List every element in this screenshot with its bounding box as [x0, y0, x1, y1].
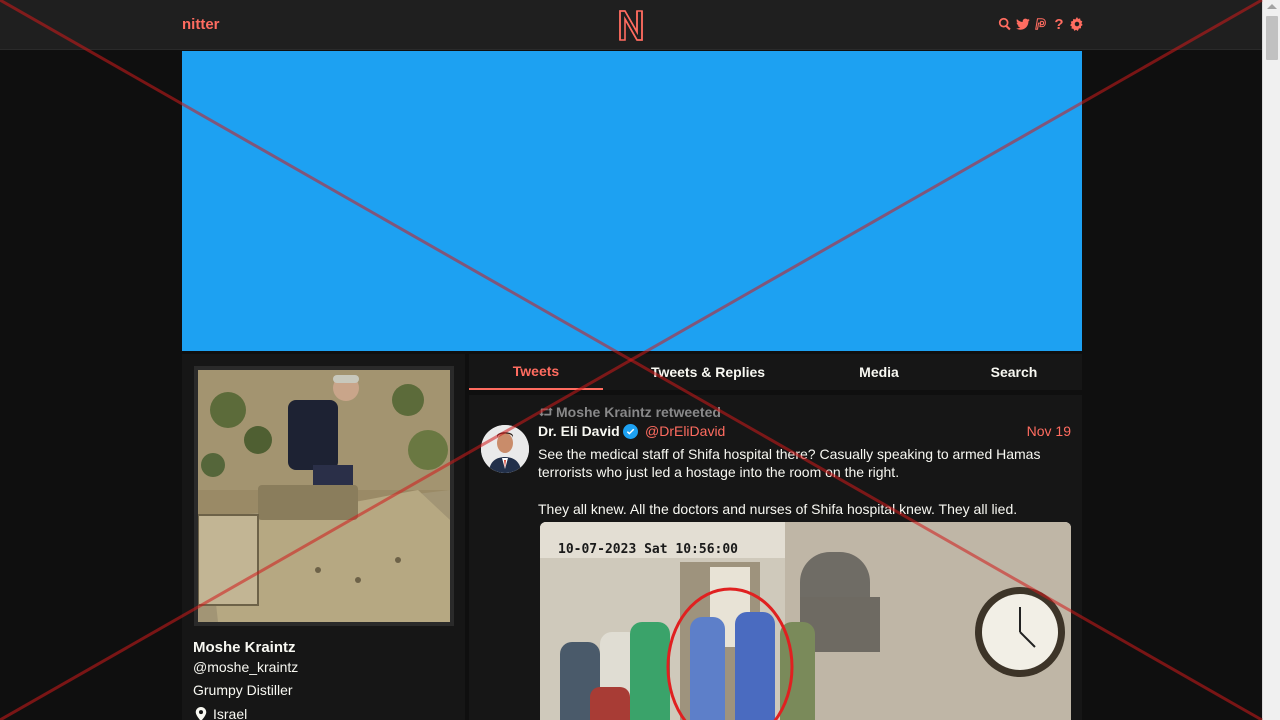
- search-icon[interactable]: [998, 16, 1012, 32]
- tweet-avatar-photo: [481, 425, 529, 473]
- twitter-icon[interactable]: [1016, 16, 1030, 32]
- timeline: Moshe Kraintz retweeted Dr. Eli David @D…: [469, 395, 1082, 720]
- tab-tweets[interactable]: Tweets: [469, 354, 603, 390]
- tweet-author-username[interactable]: @DrEliDavid: [645, 423, 725, 439]
- media-timestamp-text: 10-07-2023 Sat 10:56:00: [558, 542, 738, 557]
- nav-icons: ?: [998, 16, 1084, 33]
- location-pin-icon: [195, 707, 207, 720]
- profile-location: Israel: [193, 706, 247, 720]
- help-icon[interactable]: ?: [1052, 16, 1066, 33]
- tweet-author-fullname[interactable]: Dr. Eli David: [538, 423, 638, 439]
- profile-fullname[interactable]: Moshe Kraintz: [193, 639, 296, 656]
- cctv-still-image: 10-07-2023 Sat 10:56:00: [540, 522, 1071, 720]
- tweet-media-image[interactable]: 10-07-2023 Sat 10:56:00: [540, 522, 1071, 720]
- timeline-tabs: Tweets Tweets & Replies Media Search: [469, 354, 1082, 390]
- retweet-header-text: Moshe Kraintz retweeted: [556, 404, 721, 420]
- tab-media[interactable]: Media: [834, 354, 924, 390]
- navbar: nitter ?: [0, 0, 1262, 50]
- page-scrollbar[interactable]: [1262, 0, 1280, 720]
- tweet-text-paragraph-2: They all knew. All the doctors and nurse…: [538, 501, 1018, 517]
- verified-badge-icon: [622, 423, 638, 439]
- rss-icon[interactable]: [1034, 16, 1048, 32]
- tweet-date[interactable]: Nov 19: [1027, 423, 1071, 439]
- profile-avatar-photo: [198, 370, 450, 622]
- tweet-content: See the medical staff of Shifa hospital …: [538, 445, 1068, 518]
- profile-username[interactable]: @moshe_kraintz: [193, 659, 298, 675]
- gear-icon[interactable]: [1070, 16, 1084, 32]
- profile-bio: Grumpy Distiller: [193, 682, 293, 698]
- tab-search[interactable]: Search: [969, 354, 1059, 390]
- profile-avatar[interactable]: [194, 366, 454, 626]
- tweet-avatar[interactable]: [481, 425, 529, 473]
- profile-location-text: Israel: [213, 706, 248, 720]
- nitter-home-link[interactable]: nitter: [182, 16, 220, 33]
- profile-card: Moshe Kraintz @moshe_kraintz Grumpy Dist…: [182, 354, 465, 720]
- retweet-header: Moshe Kraintz retweeted: [539, 404, 721, 420]
- tab-tweets-and-replies[interactable]: Tweets & Replies: [633, 354, 783, 390]
- tweet-author-name-text[interactable]: Dr. Eli David: [538, 423, 620, 439]
- retweet-icon: [539, 407, 553, 417]
- scroll-up-arrow-icon[interactable]: [1267, 4, 1277, 9]
- scrollbar-thumb[interactable]: [1266, 16, 1278, 60]
- tweet-text-paragraph-1: See the medical staff of Shifa hospital …: [538, 446, 1041, 480]
- nitter-logo-icon[interactable]: [617, 8, 645, 42]
- profile-banner[interactable]: [182, 51, 1082, 351]
